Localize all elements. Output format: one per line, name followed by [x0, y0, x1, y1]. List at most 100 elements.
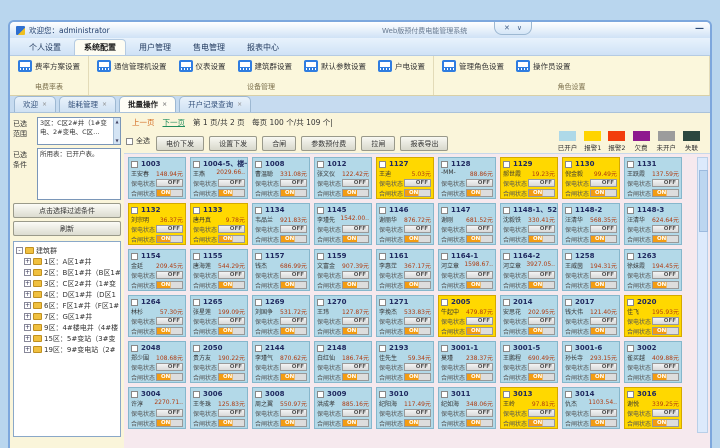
switch-status-toggle[interactable]: ON: [156, 373, 183, 381]
switch-status-toggle[interactable]: ON: [466, 281, 493, 289]
meter-card[interactable]: 2144 李瑾气 870.62元 保电状态 OFF: [252, 341, 310, 383]
meter-card[interactable]: 1269 刘国争 531.72元 保电状态 OFF: [252, 295, 310, 337]
next-page-link[interactable]: 下一页: [163, 117, 186, 128]
expand-expander-icon[interactable]: +: [24, 335, 31, 342]
meter-card[interactable]: 1008 曹温聪 331.08元 保电状态 OFF: [252, 157, 310, 199]
batch-action-button[interactable]: 参数预付费: [301, 136, 356, 151]
switch-status-toggle[interactable]: ON: [342, 327, 369, 335]
meter-card[interactable]: 2014 安思花 202.95元 保电状态 OFF: [500, 295, 558, 337]
switch-status-toggle[interactable]: ON: [404, 281, 431, 289]
meter-card[interactable]: 3004 许淳 2270.71.. 保电状态 OFF: [128, 387, 186, 429]
protect-status-toggle[interactable]: OFF: [528, 271, 555, 279]
card-checkbox[interactable]: [255, 345, 262, 352]
protect-status-toggle[interactable]: OFF: [404, 409, 431, 417]
protect-status-toggle[interactable]: OFF: [404, 317, 431, 325]
expand-expander-icon[interactable]: +: [24, 258, 31, 265]
card-checkbox[interactable]: [379, 345, 386, 352]
protect-status-toggle[interactable]: OFF: [342, 225, 369, 233]
selected-range-box[interactable]: 3区：C区2#井（1#变电、2#变电、C区… ▲ ▼: [37, 117, 121, 145]
select-all-checkbox[interactable]: [126, 138, 133, 145]
card-checkbox[interactable]: [441, 161, 448, 168]
switch-status-toggle[interactable]: ON: [404, 419, 431, 427]
meter-card[interactable]: 1265 张星莲 199.09元 保电状态 OFF: [190, 295, 248, 337]
tree-item[interactable]: + 1区：A区1#井: [16, 256, 118, 267]
refresh-button[interactable]: 刷新: [13, 221, 121, 236]
switch-status-toggle[interactable]: ON: [342, 373, 369, 381]
switch-status-toggle[interactable]: ON: [652, 373, 679, 381]
switch-status-toggle[interactable]: ON: [590, 327, 617, 335]
switch-status-toggle[interactable]: ON: [156, 327, 183, 335]
protect-status-toggle[interactable]: OFF: [466, 225, 493, 233]
switch-status-toggle[interactable]: ON: [652, 189, 679, 197]
meter-card[interactable]: 1159 文富金 907.39元 保电状态 OFF: [314, 249, 372, 291]
expand-expander-icon[interactable]: +: [24, 313, 31, 320]
protect-status-toggle[interactable]: OFF: [156, 317, 183, 325]
tree-item[interactable]: + 6区：F区1#井（F区1#: [16, 300, 118, 311]
meter-card[interactable]: 1132 刘宗明 36.37元 保电状态 OFF: [128, 203, 186, 245]
meter-card[interactable]: 2193 佳先生 59.34元 保电状态 OFF: [376, 341, 434, 383]
protect-status-toggle[interactable]: OFF: [342, 317, 369, 325]
protect-status-toggle[interactable]: OFF: [218, 363, 245, 371]
ribbon-button[interactable]: 通信管理机设置: [97, 60, 167, 72]
card-checkbox[interactable]: [255, 391, 262, 398]
switch-status-toggle[interactable]: ON: [528, 189, 555, 197]
protect-status-toggle[interactable]: OFF: [280, 317, 307, 325]
card-checkbox[interactable]: [317, 299, 324, 306]
card-checkbox[interactable]: [131, 345, 138, 352]
card-checkbox[interactable]: [193, 161, 200, 168]
menu-item[interactable]: 售电管理: [184, 40, 234, 55]
protect-status-toggle[interactable]: OFF: [156, 409, 183, 417]
switch-status-toggle[interactable]: ON: [590, 281, 617, 289]
tree-item[interactable]: + 9区：4#楼电井（4#楼: [16, 322, 118, 333]
switch-status-toggle[interactable]: ON: [466, 235, 493, 243]
card-checkbox[interactable]: [379, 207, 386, 214]
protect-status-toggle[interactable]: OFF: [218, 271, 245, 279]
meter-card[interactable]: 3009 洪成孝 885.16元 保电状态 OFF: [314, 387, 372, 429]
card-checkbox[interactable]: [503, 345, 510, 352]
meter-card[interactable]: 1131 王跃霞 137.59元 保电状态 OFF: [624, 157, 682, 199]
protect-status-toggle[interactable]: OFF: [528, 363, 555, 371]
switch-status-toggle[interactable]: ON: [280, 419, 307, 427]
document-tab[interactable]: 能耗管理 ×: [59, 96, 116, 112]
meter-card[interactable]: 1147 谢刚 681.52元 保电状态 OFF: [438, 203, 496, 245]
tree-item[interactable]: + 2区：B区1#井（B区1#）: [16, 267, 118, 278]
meter-card[interactable]: 1003 王安春 148.94元 保电状态 OFF: [128, 157, 186, 199]
protect-status-toggle[interactable]: OFF: [280, 363, 307, 371]
switch-status-toggle[interactable]: ON: [342, 419, 369, 427]
menu-item[interactable]: 系统配置: [74, 39, 126, 55]
card-checkbox[interactable]: [441, 391, 448, 398]
ribbon-button[interactable]: 建筑群设置: [238, 60, 293, 72]
card-checkbox[interactable]: [503, 253, 510, 260]
card-checkbox[interactable]: [441, 253, 448, 260]
batch-action-button[interactable]: 报表导出: [400, 136, 448, 151]
switch-status-toggle[interactable]: ON: [218, 419, 245, 427]
protect-status-toggle[interactable]: OFF: [218, 225, 245, 233]
switch-status-toggle[interactable]: ON: [652, 281, 679, 289]
switch-status-toggle[interactable]: ON: [280, 235, 307, 243]
protect-status-toggle[interactable]: OFF: [528, 317, 555, 325]
switch-status-toggle[interactable]: ON: [218, 189, 245, 197]
protect-status-toggle[interactable]: OFF: [590, 179, 617, 187]
switch-status-toggle[interactable]: ON: [404, 373, 431, 381]
meter-card[interactable]: 1127 王迪 5.03元 保电状态 OFF: [376, 157, 434, 199]
meter-card[interactable]: 2050 贵方友 190.22元 保电状态 OFF: [190, 341, 248, 383]
protect-status-toggle[interactable]: OFF: [342, 363, 369, 371]
document-tab[interactable]: 开户记录查询 ×: [179, 96, 251, 112]
meter-card[interactable]: 1012 张文仪 122.42元 保电状态 OFF: [314, 157, 372, 199]
batch-action-button[interactable]: 设置下发: [209, 136, 257, 151]
protect-status-toggle[interactable]: OFF: [590, 225, 617, 233]
protect-status-toggle[interactable]: OFF: [590, 409, 617, 417]
protect-status-toggle[interactable]: OFF: [528, 409, 555, 417]
ribbon-button[interactable]: 默认参数设置: [304, 60, 366, 72]
protect-status-toggle[interactable]: OFF: [156, 271, 183, 279]
card-checkbox[interactable]: [379, 391, 386, 398]
protect-status-toggle[interactable]: OFF: [466, 363, 493, 371]
tree-root[interactable]: - 建筑群: [16, 245, 118, 256]
meter-card[interactable]: 2148 白红仙 186.74元 保电状态 OFF: [314, 341, 372, 383]
batch-action-button[interactable]: 合闸: [262, 136, 296, 151]
card-checkbox[interactable]: [317, 345, 324, 352]
meter-card[interactable]: 1155 唐海莲 544.29元 保电状态 OFF: [190, 249, 248, 291]
switch-status-toggle[interactable]: ON: [218, 327, 245, 335]
meter-card[interactable]: 3013 王岭 97.81元 保电状态 OFF: [500, 387, 558, 429]
meter-card[interactable]: 1263 徐妹霞 194.45元 保电状态 OFF: [624, 249, 682, 291]
